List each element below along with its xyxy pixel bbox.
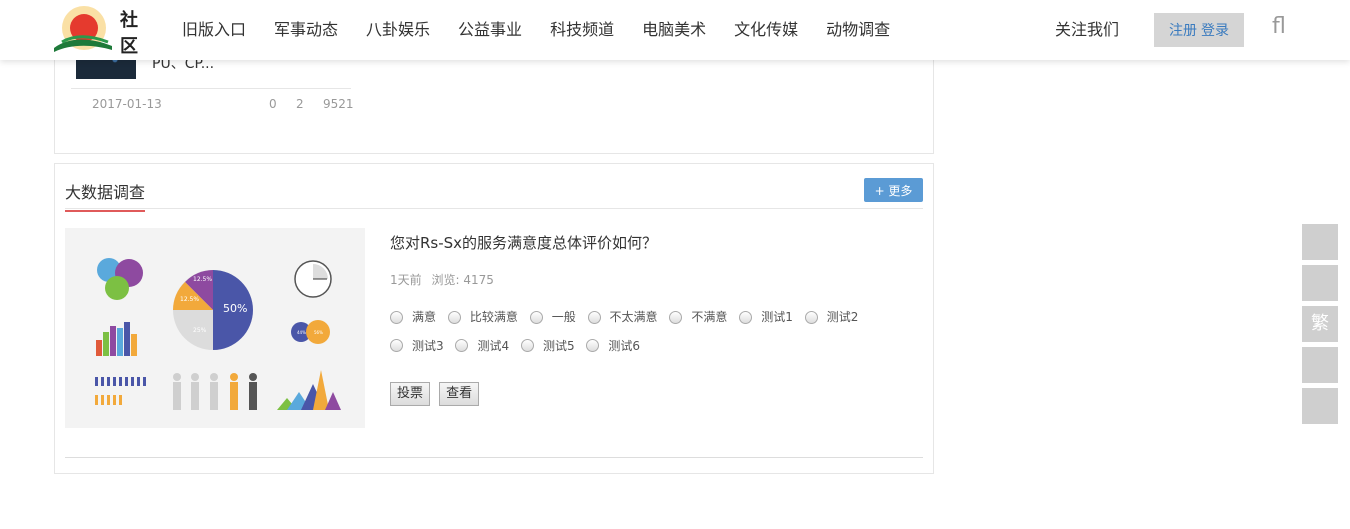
side-tool-1[interactable] xyxy=(1302,224,1338,260)
option-6[interactable]: 测试1 xyxy=(739,304,793,330)
article-date: 2017-01-13 xyxy=(92,97,162,111)
radio-button[interactable] xyxy=(587,310,601,324)
nav-military[interactable]: 军事动态 xyxy=(260,0,352,60)
logo-char-2: 区 xyxy=(120,36,138,57)
nav-animal-survey[interactable]: 动物调查 xyxy=(812,0,904,60)
pie-label-orange: 12.5% xyxy=(180,296,199,303)
menu-icon[interactable]: fl xyxy=(1272,14,1286,39)
nav-technology[interactable]: 科技频道 xyxy=(536,0,628,60)
top-navigation-bar: 社 区 旧版入口 军事动态 八卦娱乐 公益事业 科技频道 电脑美术 文化传媒 动… xyxy=(0,0,1350,60)
side-tool-4[interactable] xyxy=(1302,347,1338,383)
article-views: 9521 xyxy=(323,97,354,111)
survey-infographic[interactable]: 50% 12.5% 12.5% 25% 44% 56% xyxy=(65,228,365,428)
pie-label-50: 50% xyxy=(223,302,247,315)
survey-actions: 投票 查看 xyxy=(390,382,483,406)
pie-label-grey: 25% xyxy=(193,327,207,334)
option-1[interactable]: 满意 xyxy=(390,304,436,330)
survey-time: 1天前 xyxy=(390,273,422,287)
main-nav: 旧版入口 军事动态 八卦娱乐 公益事业 科技频道 电脑美术 文化传媒 动物调查 xyxy=(168,0,904,60)
pie-label-purple: 12.5% xyxy=(193,276,212,283)
survey-meta: 1天前 浏览: 4175 xyxy=(390,271,500,288)
traditional-chinese-toggle[interactable]: 繁 xyxy=(1302,306,1338,342)
survey-views: 浏览: 4175 xyxy=(431,273,494,287)
radio-button[interactable] xyxy=(669,310,683,324)
article-likes: 2 xyxy=(296,97,304,111)
nav-culture-media[interactable]: 文化传媒 xyxy=(720,0,812,60)
register-link[interactable]: 注册 xyxy=(1169,20,1197,40)
article-meta: 2017-01-13 0 2 9521 xyxy=(71,88,354,119)
radio-button[interactable] xyxy=(447,310,461,324)
survey-section-title: 大数据调查 xyxy=(65,179,146,212)
side-toolbar: 繁 xyxy=(1302,224,1338,429)
side-tool-2[interactable] xyxy=(1302,265,1338,301)
option-4[interactable]: 不太满意 xyxy=(587,304,658,330)
radio-button[interactable] xyxy=(804,310,818,324)
option-5[interactable]: 不满意 xyxy=(669,304,727,330)
nav-charity[interactable]: 公益事业 xyxy=(444,0,536,60)
circle-label-1: 44% xyxy=(297,330,306,335)
site-logo[interactable]: 社 区 xyxy=(52,2,144,58)
radio-button[interactable] xyxy=(739,310,753,324)
radio-button[interactable] xyxy=(586,339,600,352)
radio-button[interactable] xyxy=(529,310,543,324)
nav-computer-art[interactable]: 电脑美术 xyxy=(628,0,720,60)
side-tool-5[interactable] xyxy=(1302,388,1338,424)
follow-us-link[interactable]: 关注我们 xyxy=(1055,0,1119,60)
radio-button[interactable] xyxy=(455,339,469,352)
survey-card: 大数据调查 + 更多 50% 12.5% 12.5% 25% 44% 56% 您… xyxy=(54,163,934,474)
nav-entertainment[interactable]: 八卦娱乐 xyxy=(352,0,444,60)
survey-options: 满意 比较满意 一般 不太满意 不满意 测试1 测试2 测试3 测试4 测试5 … xyxy=(390,304,920,361)
more-button[interactable]: + 更多 xyxy=(864,178,923,202)
nav-old-version[interactable]: 旧版入口 xyxy=(168,0,260,60)
option-3[interactable]: 一般 xyxy=(529,304,576,330)
option-7[interactable]: 测试2 xyxy=(804,304,858,330)
survey-card-header: 大数据调查 + 更多 xyxy=(65,164,923,212)
article-comments: 0 xyxy=(269,97,277,111)
option-2[interactable]: 比较满意 xyxy=(447,304,518,330)
radio-button[interactable] xyxy=(390,339,403,352)
divider xyxy=(65,457,923,458)
login-link[interactable]: 登录 xyxy=(1201,20,1229,40)
survey-question[interactable]: 您对Rs-Sx的服务满意度总体评价如何？ xyxy=(390,232,657,253)
view-results-button[interactable]: 查看 xyxy=(439,382,480,406)
option-8[interactable]: 测试3 xyxy=(390,333,444,359)
logo-char-1: 社 xyxy=(120,9,138,31)
circle-label-2: 56% xyxy=(314,330,323,335)
option-9[interactable]: 测试4 xyxy=(455,333,509,359)
vote-button[interactable]: 投票 xyxy=(390,382,431,406)
radio-button[interactable] xyxy=(520,339,534,352)
option-11[interactable]: 测试6 xyxy=(586,333,640,359)
radio-button[interactable] xyxy=(390,310,403,324)
auth-box: 注册 登录 xyxy=(1154,13,1244,47)
option-10[interactable]: 测试5 xyxy=(520,333,575,359)
